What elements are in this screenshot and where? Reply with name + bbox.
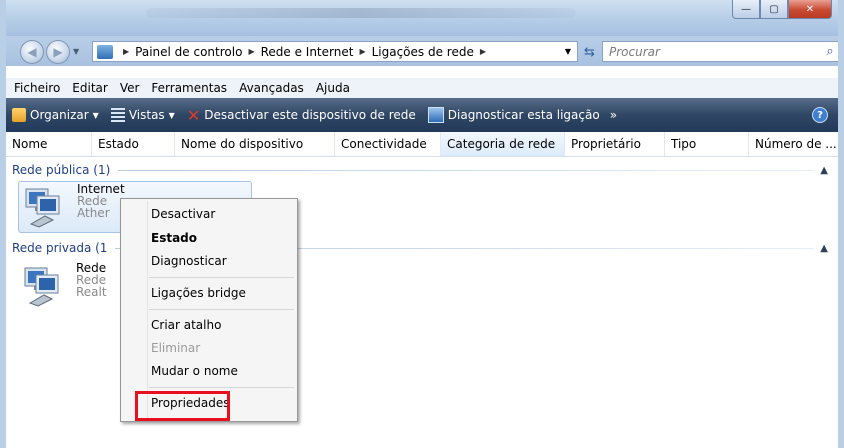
help-icon[interactable]: ? — [812, 107, 828, 123]
address-bar[interactable]: ▶ Painel de controlo ▶ Rede e Internet ▶… — [92, 41, 578, 62]
menu-item-delete: Eliminar — [151, 341, 201, 355]
breadcrumb-network-connections[interactable]: Ligações de rede — [372, 45, 474, 59]
chevron-down-icon: ▼ — [92, 110, 99, 120]
back-arrow-icon: ◀ — [27, 45, 37, 59]
menu-advanced[interactable]: Avançadas — [233, 81, 310, 95]
address-dropdown-icon[interactable]: ▼ — [559, 47, 577, 56]
column-header-row: Nome Estado Nome do dispositivo Conectiv… — [6, 132, 838, 157]
back-button[interactable]: ◀ — [20, 40, 44, 64]
history-dropdown-icon[interactable]: ▼ — [73, 47, 79, 56]
context-menu: Desactivar Estado Diagnosticar Ligações … — [120, 198, 298, 422]
menu-file[interactable]: Ficheiro — [6, 81, 66, 95]
connection-text: Rede Rede Realt — [76, 262, 107, 298]
menu-view[interactable]: Ver — [114, 81, 146, 95]
group-divider — [118, 169, 815, 171]
connection-device: Realt — [76, 285, 107, 299]
organize-label: Organizar — [30, 108, 89, 122]
more-commands-icon[interactable]: » — [610, 108, 617, 122]
column-header-number[interactable]: Número de ... — [749, 132, 838, 156]
menu-edit[interactable]: Editar — [66, 81, 114, 95]
menu-item-create-shortcut[interactable]: Criar atalho — [151, 315, 221, 335]
column-header-device-name[interactable]: Nome do dispositivo — [175, 132, 335, 156]
maximize-button[interactable]: ▢ — [760, 0, 788, 19]
breadcrumb-arrow-icon[interactable]: ▶ — [480, 47, 486, 56]
chevron-up-icon[interactable]: ▲ — [820, 165, 828, 176]
connection-device: Ather — [77, 206, 110, 220]
control-panel-icon — [97, 44, 113, 59]
organize-icon — [12, 108, 26, 122]
diagnose-icon — [427, 107, 444, 123]
column-header-type[interactable]: Tipo — [665, 132, 749, 156]
search-input[interactable]: Procurar — [603, 45, 821, 59]
group-label: Rede pública (1) — [12, 163, 111, 177]
search-box[interactable]: Procurar ⌕ — [602, 41, 838, 62]
chevron-down-icon: ▼ — [168, 110, 175, 120]
red-x-icon: ✕ — [186, 105, 201, 125]
highlight-box — [135, 391, 230, 421]
menu-item-diagnose[interactable]: Diagnosticar — [151, 251, 227, 271]
menu-help[interactable]: Ajuda — [310, 81, 356, 95]
group-label: Rede privada (1 — [12, 241, 108, 255]
title-bar[interactable]: — ▢ ✕ — [6, 0, 838, 36]
context-menu-gutter — [147, 201, 148, 419]
menu-item-rename[interactable]: Mudar o nome — [151, 361, 238, 381]
command-bar: Organizar ▼ Vistas ▼ ✕ Desactivar este d… — [6, 98, 838, 132]
menu-separator — [149, 387, 294, 388]
breadcrumb-network-internet[interactable]: Rede e Internet — [261, 45, 354, 59]
connection-text: Internet Rede Ather — [77, 183, 125, 219]
column-header-name[interactable]: Nome — [6, 132, 92, 156]
column-header-status[interactable]: Estado — [92, 132, 175, 156]
breadcrumb-control-panel[interactable]: Painel de controlo — [135, 45, 242, 59]
forward-arrow-icon: ▶ — [53, 45, 63, 59]
window-title — [146, 8, 576, 18]
breadcrumb-arrow-icon[interactable]: ▶ — [248, 47, 254, 56]
minimize-button[interactable]: — — [732, 0, 760, 19]
views-icon — [110, 108, 125, 122]
organize-button[interactable]: Organizar ▼ — [6, 98, 105, 132]
network-connection-icon — [24, 267, 59, 307]
diagnose-label: Diagnosticar esta ligação — [447, 108, 600, 122]
caption-buttons: — ▢ ✕ — [732, 0, 832, 19]
group-header-public[interactable]: Rede pública (1) ▲ — [12, 162, 828, 178]
network-connection-icon — [25, 188, 60, 228]
address-row: ◀ ▶ ▼ ▶ Painel de controlo ▶ Rede e Inte… — [6, 36, 838, 66]
menu-separator — [149, 277, 294, 278]
breadcrumb-arrow-icon[interactable]: ▶ — [123, 47, 129, 56]
menu-item-status[interactable]: Estado — [151, 228, 197, 248]
menu-bar: Ficheiro Editar Ver Ferramentas Avançada… — [6, 78, 838, 98]
disable-device-button[interactable]: ✕ Desactivar este dispositivo de rede — [181, 98, 422, 132]
explorer-window: — ▢ ✕ ◀ ▶ ▼ ▶ Painel de controlo ▶ Rede … — [0, 0, 844, 448]
disable-device-label: Desactivar este dispositivo de rede — [204, 108, 416, 122]
column-header-connectivity[interactable]: Conectividade — [335, 132, 441, 156]
search-icon[interactable]: ⌕ — [821, 44, 838, 59]
refresh-icon[interactable]: ⇆ — [584, 45, 595, 60]
forward-button[interactable]: ▶ — [46, 40, 70, 64]
column-header-owner[interactable]: Proprietário — [565, 132, 665, 156]
views-button[interactable]: Vistas ▼ — [105, 98, 181, 132]
column-header-network-category[interactable]: Categoria de rede — [441, 132, 565, 156]
menu-separator — [149, 309, 294, 310]
views-label: Vistas — [128, 108, 165, 122]
chevron-up-icon[interactable]: ▲ — [820, 243, 828, 254]
diagnose-button[interactable]: Diagnosticar esta ligação » — [422, 98, 623, 132]
breadcrumb-arrow-icon[interactable]: ▶ — [359, 47, 365, 56]
menu-item-bridge[interactable]: Ligações bridge — [151, 283, 246, 303]
menu-tools[interactable]: Ferramentas — [145, 81, 233, 95]
close-button[interactable]: ✕ — [788, 0, 832, 19]
menu-item-disable[interactable]: Desactivar — [151, 204, 215, 224]
